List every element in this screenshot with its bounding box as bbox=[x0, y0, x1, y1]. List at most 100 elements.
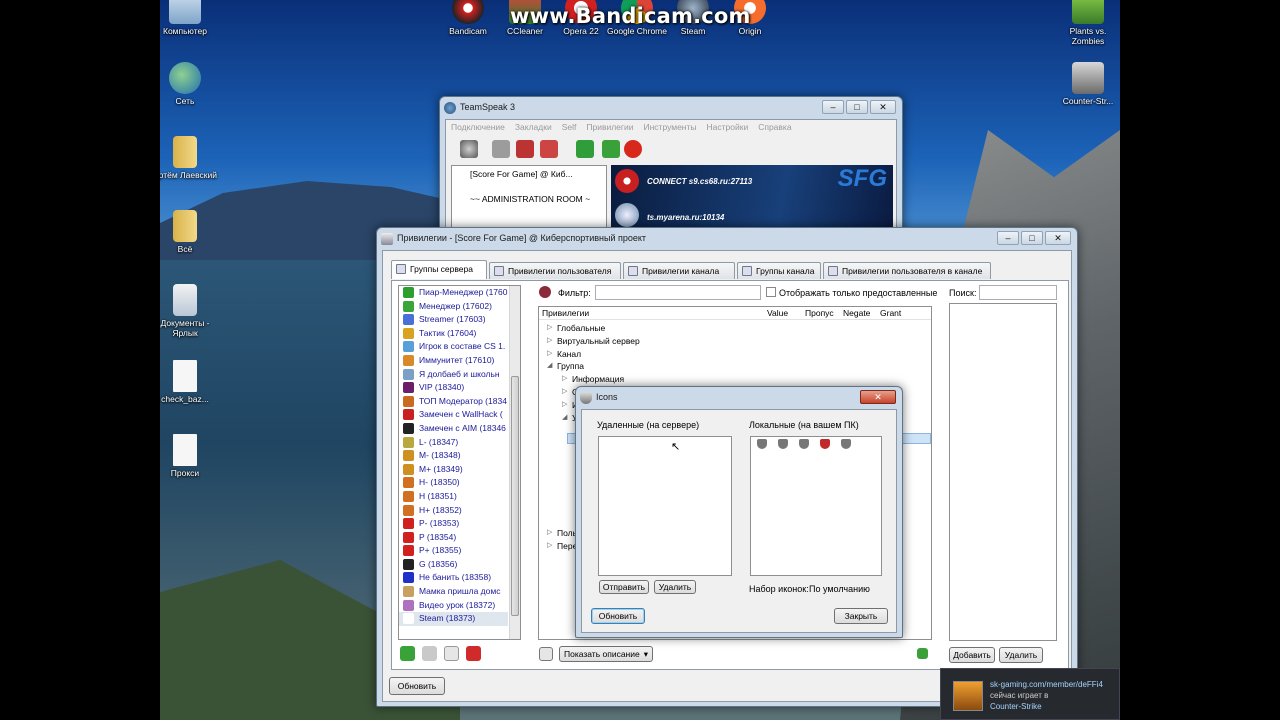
group-item[interactable]: H+ (18352) bbox=[399, 504, 508, 518]
menu-item-permissions[interactable]: Привилегии bbox=[586, 120, 633, 135]
tree-channel[interactable]: ~~ ADMINISTRATION ROOM ~ bbox=[452, 179, 606, 204]
group-item[interactable]: G (18356) bbox=[399, 558, 508, 572]
groups-scrollbar[interactable] bbox=[509, 286, 520, 639]
group-item[interactable]: Я долбаеб и школьн bbox=[399, 368, 508, 382]
remote-icons-list[interactable]: ↖ bbox=[598, 436, 732, 576]
group-item[interactable]: Steam (18373) bbox=[399, 612, 508, 626]
tree-server[interactable]: [Score For Game] @ Киб... bbox=[452, 166, 606, 179]
local-icon-3[interactable] bbox=[799, 439, 809, 449]
filter-input[interactable] bbox=[595, 285, 761, 300]
menu-item-help[interactable]: Справка bbox=[758, 120, 791, 135]
group-item[interactable]: VIP (18340) bbox=[399, 381, 508, 395]
icons-dialog-titlebar[interactable]: Icons ✕ bbox=[576, 387, 902, 409]
contacts-icon[interactable] bbox=[602, 140, 620, 158]
expanded-arrow-icon[interactable]: ◢ bbox=[562, 412, 567, 425]
connect-icon[interactable] bbox=[460, 140, 478, 158]
collapsed-arrow-icon[interactable]: ▷ bbox=[547, 322, 552, 335]
group-item[interactable]: Менеджер (17602) bbox=[399, 300, 508, 314]
help-icon[interactable] bbox=[917, 648, 928, 659]
menu-item-bookmarks[interactable]: Закладки bbox=[515, 120, 552, 135]
desktop-icon-counter-strike[interactable]: Counter-Str... bbox=[1053, 62, 1120, 106]
add-button[interactable]: Добавить bbox=[949, 647, 995, 663]
group-item[interactable]: Тактик (17604) bbox=[399, 327, 508, 341]
group-item[interactable]: H (18351) bbox=[399, 490, 508, 504]
refresh-icons-button[interactable]: Обновить bbox=[591, 608, 645, 624]
collapsed-arrow-icon[interactable]: ▷ bbox=[547, 335, 552, 348]
group-item[interactable]: ТОП Модератор (1834 bbox=[399, 395, 508, 409]
delete-group-icon[interactable] bbox=[466, 646, 481, 661]
close-button[interactable]: ✕ bbox=[870, 100, 896, 114]
only-granted-checkbox[interactable] bbox=[766, 287, 776, 297]
group-item[interactable]: P (18354) bbox=[399, 531, 508, 545]
close-dialog-button[interactable]: Закрыть bbox=[834, 608, 888, 624]
group-item[interactable]: H- (18350) bbox=[399, 476, 508, 490]
group-item[interactable]: Пиар-Менеджер (1760 bbox=[399, 286, 508, 300]
scroll-thumb[interactable] bbox=[511, 376, 519, 616]
minimize-button[interactable]: – bbox=[822, 100, 844, 114]
tab-server-groups[interactable]: Группы сервера bbox=[391, 260, 487, 279]
desktop-icon-network[interactable]: Сеть bbox=[160, 62, 220, 106]
collapsed-arrow-icon[interactable]: ▷ bbox=[562, 399, 567, 412]
desktop-icon-check-baz[interactable]: check_baz... bbox=[160, 360, 220, 404]
collapsed-arrow-icon[interactable]: ▷ bbox=[562, 373, 567, 386]
permissions-settings-icon[interactable] bbox=[539, 647, 553, 661]
capture-icon[interactable] bbox=[576, 140, 594, 158]
group-item[interactable]: M+ (18349) bbox=[399, 463, 508, 477]
mute-speaker-icon[interactable] bbox=[540, 140, 558, 158]
away-icon[interactable] bbox=[516, 140, 534, 158]
close-button[interactable]: ✕ bbox=[860, 390, 896, 404]
desktop-icon-user-folder[interactable]: Артём Лаевский bbox=[160, 136, 220, 180]
local-icon-5[interactable] bbox=[841, 439, 851, 449]
refresh-button[interactable]: Обновить bbox=[389, 677, 445, 695]
send-button[interactable]: Отправить bbox=[599, 580, 649, 594]
column-value[interactable]: Value bbox=[767, 308, 788, 318]
permission-tree-node[interactable]: ▷ Информация bbox=[539, 373, 931, 386]
group-item[interactable]: Мамка пришла домс bbox=[399, 585, 508, 599]
group-item[interactable]: P- (18353) bbox=[399, 517, 508, 531]
close-button[interactable]: ✕ bbox=[1045, 231, 1071, 245]
menu-item-tools[interactable]: Инструменты bbox=[644, 120, 697, 135]
steam-notification[interactable]: sk-gaming.com/member/deFFi4 сейчас играе… bbox=[940, 668, 1120, 720]
tab-channel-client-permissions[interactable]: Привилегии пользователя в канале bbox=[823, 262, 991, 279]
flame-icon[interactable] bbox=[624, 140, 642, 158]
add-group-icon[interactable] bbox=[400, 646, 415, 661]
menu-item-settings[interactable]: Настройки bbox=[707, 120, 749, 135]
permission-tree-node[interactable]: ▷ Глобальные bbox=[539, 322, 931, 335]
maximize-button[interactable]: □ bbox=[1021, 231, 1043, 245]
tab-channel-groups[interactable]: Группы канала bbox=[737, 262, 821, 279]
privileges-titlebar[interactable]: Привилегии - [Score For Game] @ Киберспо… bbox=[377, 228, 1077, 250]
column-grant[interactable]: Grant bbox=[880, 308, 901, 318]
tab-channel-permissions[interactable]: Привилегии канала bbox=[623, 262, 735, 279]
local-icon-2[interactable] bbox=[778, 439, 788, 449]
group-item[interactable]: Игрок в составе CS 1. bbox=[399, 340, 508, 354]
delete-icon-button[interactable]: Удалить bbox=[654, 580, 696, 594]
maximize-button[interactable]: □ bbox=[846, 100, 868, 114]
group-item[interactable]: Замечен с AIM (18346 bbox=[399, 422, 508, 436]
bookmark-icon[interactable] bbox=[492, 140, 510, 158]
menu-item-self[interactable]: Self bbox=[562, 120, 577, 135]
local-icons-list[interactable] bbox=[750, 436, 882, 576]
collapsed-arrow-icon[interactable]: ▷ bbox=[547, 540, 552, 553]
server-groups-list[interactable]: Пиар-Менеджер (1760 Менеджер (17602) Strea… bbox=[398, 285, 521, 640]
show-description-dropdown[interactable]: Показать описание ▾ bbox=[559, 646, 653, 662]
desktop-icon-computer[interactable]: Компьютер bbox=[160, 0, 220, 36]
menu-item-connect[interactable]: Подключение bbox=[451, 120, 505, 135]
group-item[interactable]: Streamer (17603) bbox=[399, 313, 508, 327]
group-item[interactable]: M- (18348) bbox=[399, 449, 508, 463]
expanded-arrow-icon[interactable]: ◢ bbox=[547, 360, 552, 373]
permission-tree-node[interactable]: ◢ Группа bbox=[539, 360, 931, 373]
desktop-icon-folder[interactable]: Всё bbox=[160, 210, 220, 254]
group-item[interactable]: Замечен с WallHack ( bbox=[399, 408, 508, 422]
search-input[interactable] bbox=[979, 285, 1057, 300]
local-icon-1[interactable] bbox=[757, 439, 767, 449]
column-skip[interactable]: Пропус bbox=[805, 308, 834, 318]
group-item[interactable]: L- (18347) bbox=[399, 436, 508, 450]
group-item[interactable]: P+ (18355) bbox=[399, 544, 508, 558]
collapsed-arrow-icon[interactable]: ▷ bbox=[547, 348, 552, 361]
rename-group-icon[interactable] bbox=[422, 646, 437, 661]
permission-tree-node[interactable]: ▷ Канал bbox=[539, 348, 931, 361]
minimize-button[interactable]: – bbox=[997, 231, 1019, 245]
desktop-icon-proxy[interactable]: Прокси bbox=[160, 434, 220, 478]
tab-user-permissions[interactable]: Привилегии пользователя bbox=[489, 262, 621, 279]
local-icon-4[interactable] bbox=[820, 439, 830, 449]
